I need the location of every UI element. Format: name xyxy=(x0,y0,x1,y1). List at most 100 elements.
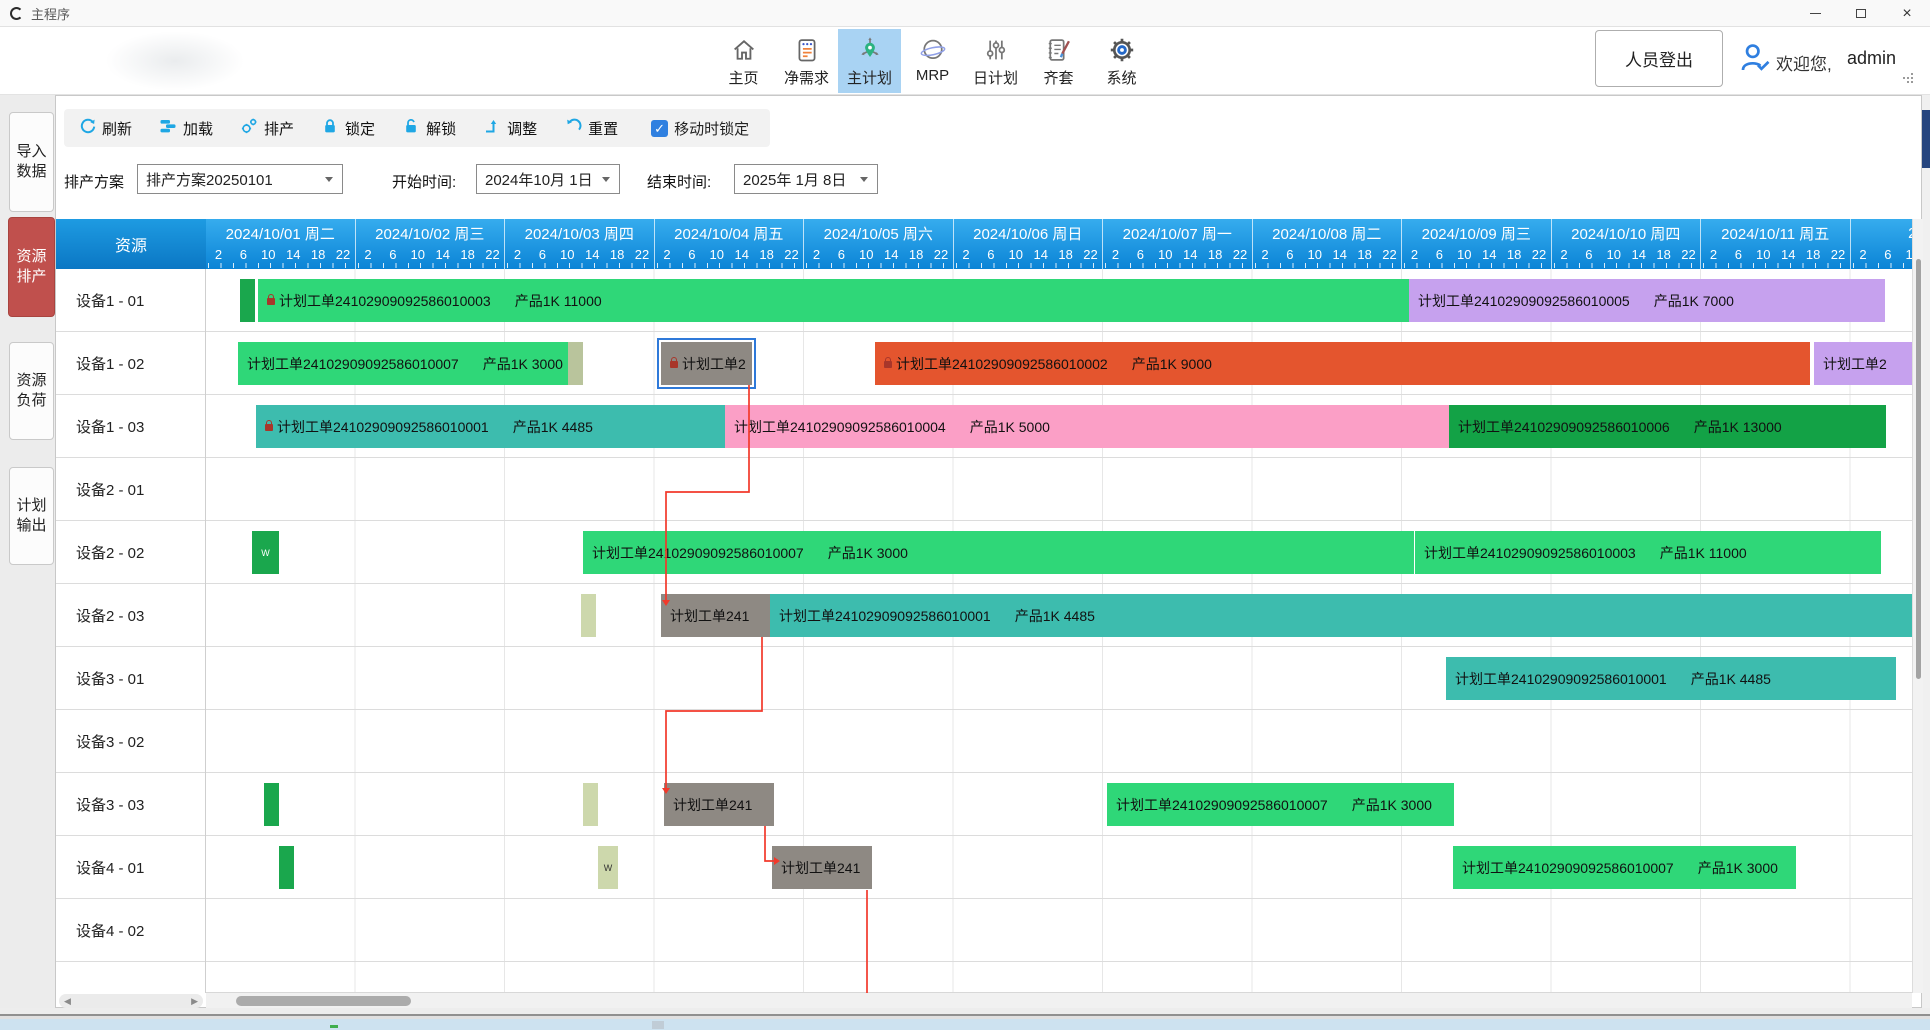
time-tick: 10 xyxy=(560,247,574,262)
bar-product-text: 产品1K 11000 xyxy=(515,291,602,311)
plan-select[interactable]: 排产方案20250101 xyxy=(137,164,343,194)
gantt-bar[interactable] xyxy=(264,783,279,826)
horizontal-scrollbar[interactable] xyxy=(206,992,1912,1008)
date-label: 2024/10/11 周五 xyxy=(1701,219,1850,245)
nav-item-home[interactable]: 主页 xyxy=(712,29,775,93)
resource-row-label: 设备1 - 03 xyxy=(56,395,205,458)
nav-item-master-plan[interactable]: 主计划 xyxy=(838,29,901,93)
resource-column-header: 资源 xyxy=(56,219,206,269)
daily-plan-sliders-icon xyxy=(980,34,1012,66)
time-tick: 22 xyxy=(1233,247,1247,262)
gantt-bar[interactable]: 计划工单241 xyxy=(661,594,770,637)
reset-button[interactable]: 重置 xyxy=(564,117,618,139)
toolbar-label: 刷新 xyxy=(102,118,132,139)
scroll-right-icon[interactable]: ▶ xyxy=(191,996,198,1007)
time-tick: 2 xyxy=(813,247,820,262)
gantt-bar[interactable]: W xyxy=(252,531,279,574)
nav-label: 齐套 xyxy=(1043,67,1073,88)
sidebar-tab-plan-output[interactable]: 计划输出 xyxy=(9,467,54,565)
time-tick: 6 xyxy=(1585,247,1592,262)
vertical-scrollbar-thumb[interactable] xyxy=(1916,259,1921,679)
time-tick: 18 xyxy=(1806,247,1820,262)
time-tick: 2 xyxy=(514,247,521,262)
minimize-button[interactable] xyxy=(1792,0,1838,27)
logo-watermark xyxy=(105,31,245,91)
lock-on-move-checkbox[interactable]: 移动时锁定 xyxy=(651,118,749,139)
date-label: 2024/10/06 周日 xyxy=(954,219,1103,245)
date-column: 2024/10/08 周二2610141822 xyxy=(1253,219,1403,269)
bar-product-text: 产品1K 7000 xyxy=(1654,291,1734,311)
start-time-select[interactable]: 2024年10月 1日 xyxy=(476,164,620,194)
gantt-bar[interactable]: 计划工单241 xyxy=(664,783,774,826)
date-column: 2024/10/03 周四2610141822 xyxy=(505,219,655,269)
load-button[interactable]: 加载 xyxy=(159,117,213,139)
gantt-bar[interactable]: 计划工单24102909092586010002产品1K 9000 xyxy=(875,342,1810,385)
gantt-bar[interactable]: 计划工单24102909092586010004产品1K 5000 xyxy=(725,405,1449,448)
maximize-button[interactable] xyxy=(1838,0,1884,27)
lock-button[interactable]: 锁定 xyxy=(321,117,375,139)
gantt-bar[interactable] xyxy=(240,279,255,322)
nav-item-system[interactable]: 系统 xyxy=(1090,29,1153,93)
tick-marks xyxy=(1703,263,1848,268)
gantt-bar[interactable] xyxy=(279,846,294,889)
vertical-scrollbar[interactable] xyxy=(1912,219,1923,993)
gantt-bar[interactable]: 计划工单2 xyxy=(1814,342,1912,385)
tick-row: 2610141822 xyxy=(655,245,804,269)
gantt-bar[interactable] xyxy=(581,594,596,637)
time-tick: 18 xyxy=(311,247,325,262)
gantt-bar[interactable]: 计划工单24102909092586010007产品1K 3000 xyxy=(1107,783,1454,826)
nav-item-kitting[interactable]: 齐套 xyxy=(1027,29,1090,93)
horizontal-scrollbar-thumb[interactable] xyxy=(236,996,411,1006)
gantt-bar[interactable]: 计划工单24102909092586010003产品1K 11000 xyxy=(1415,531,1881,574)
app-header: 主页 净需求 主计划 MRP xyxy=(0,27,1930,95)
gantt-bar[interactable]: 计划工单24102909092586010007产品1K 3000 xyxy=(583,531,1414,574)
unlock-button[interactable]: 解锁 xyxy=(402,117,456,139)
bar-order-text: 计划工单24102909092586010007 xyxy=(592,543,804,563)
gantt-bar[interactable]: 计划工单24102909092586010003产品1K 11000 xyxy=(258,279,1409,322)
bar-order-text: 计划工单2 xyxy=(682,354,746,374)
sidebar-tab-import-data[interactable]: 导入数据 xyxy=(9,112,54,212)
gantt-bar[interactable] xyxy=(583,783,598,826)
refresh-button[interactable]: 刷新 xyxy=(78,117,132,139)
app-window: 主程序 × 主页 净需求 xyxy=(0,0,1930,1030)
gantt-bar[interactable]: 计划工单24102909092586010005产品1K 7000 xyxy=(1409,279,1885,322)
gantt-bar[interactable]: 计划工单24102909092586010007产品1K 3000 xyxy=(238,342,568,385)
nav-item-mrp[interactable]: MRP xyxy=(901,29,964,93)
close-button[interactable]: × xyxy=(1884,0,1930,27)
nav-label: 系统 xyxy=(1106,67,1136,88)
gantt-bar[interactable]: 计划工单24102909092586010001产品1K 4485 xyxy=(1446,657,1896,700)
date-column: 2024/10/09 周三2610141822 xyxy=(1402,219,1552,269)
time-tick: 6 xyxy=(1436,247,1443,262)
gantt-bar[interactable]: 计划工单24102909092586010001产品1K 4485 xyxy=(770,594,1912,637)
resource-column-scrollbar[interactable]: ◀ ▶ xyxy=(59,994,203,1008)
gantt-bar[interactable]: 计划工单2 xyxy=(661,342,752,385)
gantt-bar[interactable]: 计划工单24102909092586010006产品1K 13000 xyxy=(1449,405,1886,448)
sidebar-tab-label: 计划输出 xyxy=(16,496,48,536)
time-tick: 22 xyxy=(1681,247,1695,262)
nav-item-net-demand[interactable]: 净需求 xyxy=(775,29,838,93)
nav-item-daily-plan[interactable]: 日计划 xyxy=(964,29,1027,93)
time-tick: 14 xyxy=(435,247,449,262)
time-tick: 14 xyxy=(1631,247,1645,262)
bar-order-text: 计划工单24102909092586010001 xyxy=(277,417,489,437)
adjust-button[interactable]: 调整 xyxy=(483,117,537,139)
schedule-button[interactable]: 排产 xyxy=(240,117,294,139)
gantt-bar[interactable]: 计划工单24102909092586010001产品1K 4485 xyxy=(256,405,725,448)
end-time-select[interactable]: 2025年 1月 8日 xyxy=(734,164,878,194)
sidebar-tab-resource-scheduling[interactable]: 资源排产 xyxy=(8,217,55,317)
gantt-bar[interactable]: W xyxy=(598,846,618,889)
time-tick: 6 xyxy=(1286,247,1293,262)
time-tick: 2 xyxy=(1859,247,1866,262)
load-icon xyxy=(159,117,177,139)
time-tick: 18 xyxy=(1357,247,1371,262)
time-tick: 14 xyxy=(1781,247,1795,262)
sidebar-tab-resource-load[interactable]: 资源负荷 xyxy=(9,342,54,440)
gantt-bar[interactable]: 计划工单241 xyxy=(772,846,872,889)
gantt-bar[interactable] xyxy=(568,342,583,385)
time-tick: 10 xyxy=(710,247,724,262)
time-tick: 6 xyxy=(1137,247,1144,262)
scroll-left-icon[interactable]: ◀ xyxy=(64,996,71,1007)
logout-button[interactable]: 人员登出 xyxy=(1595,30,1723,87)
bar-order-text: 计划工单241 xyxy=(670,606,749,626)
gantt-bar[interactable]: 计划工单24102909092586010007产品1K 3000 xyxy=(1453,846,1796,889)
